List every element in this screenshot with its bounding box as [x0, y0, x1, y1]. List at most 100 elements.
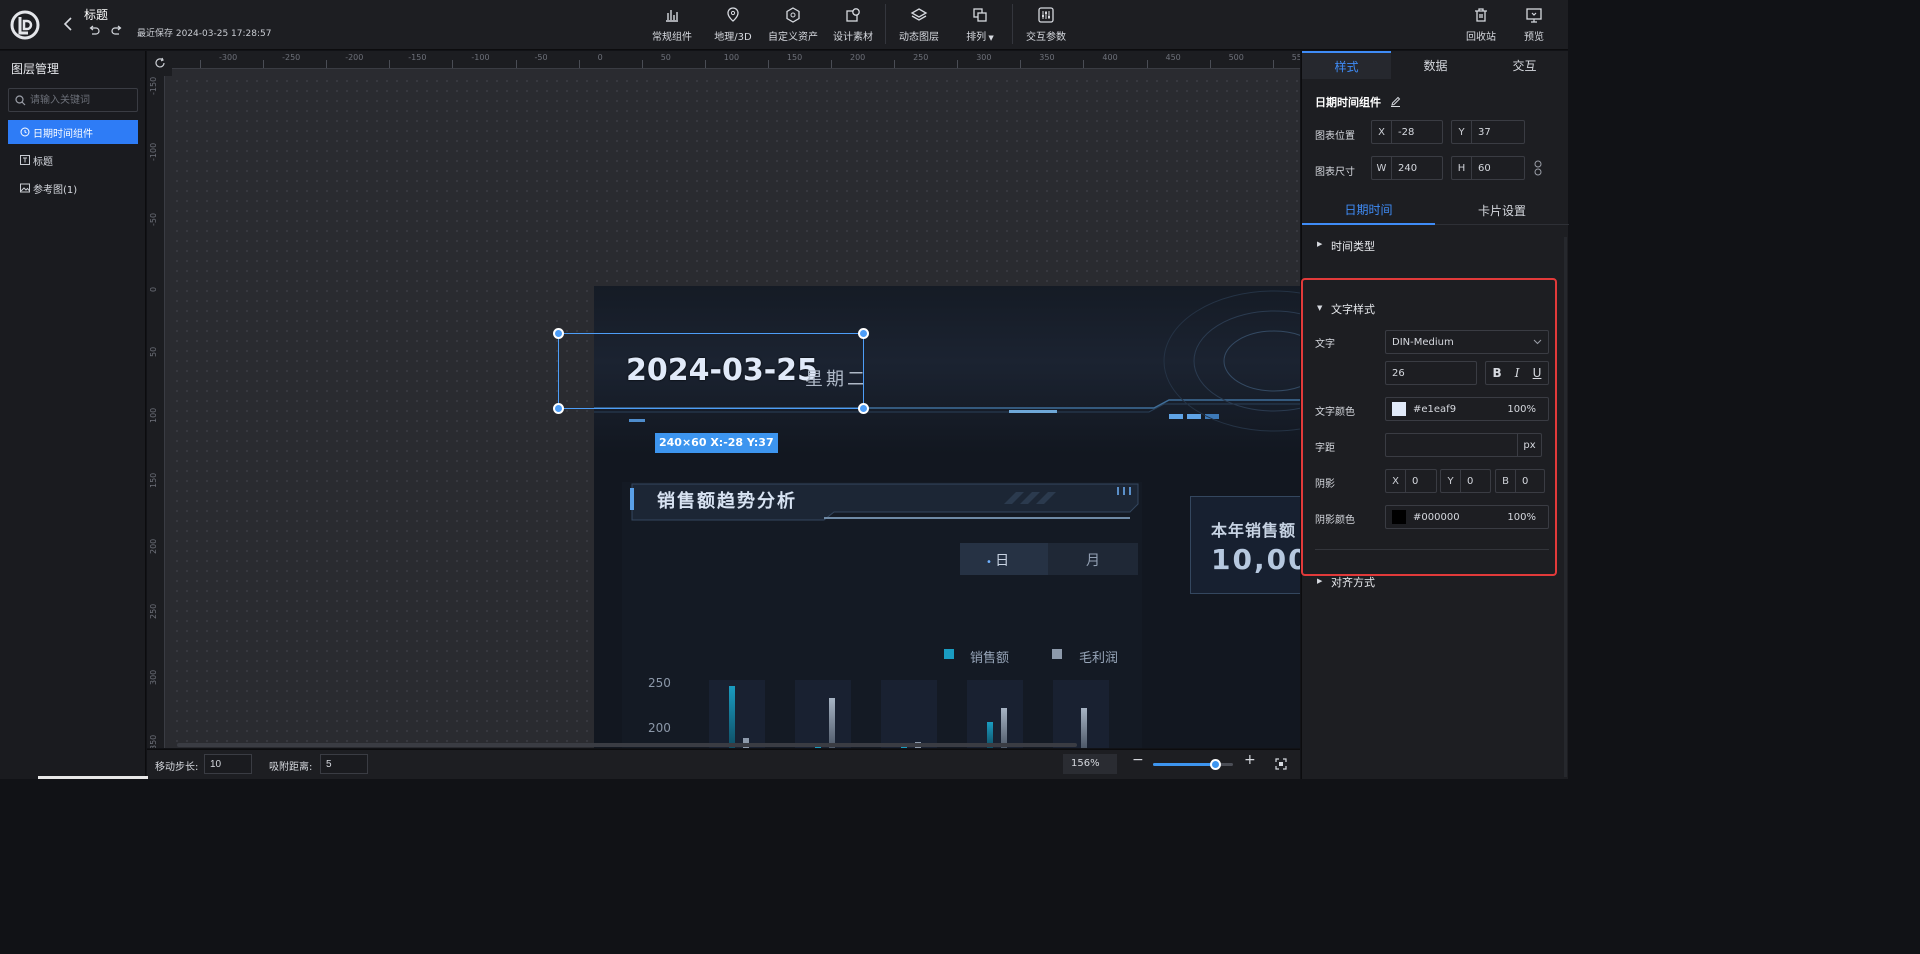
- toolbar-preview-button[interactable]: 预览: [1522, 6, 1546, 46]
- move-step-label: 移动步长:: [155, 762, 199, 773]
- ruler-tick: [578, 60, 580, 68]
- size-label: 图表尺寸: [1315, 167, 1355, 178]
- subtab-card-settings[interactable]: 卡片设置: [1435, 196, 1569, 225]
- ruler-tick: [1146, 60, 1148, 68]
- size-w-input[interactable]: W 240: [1371, 156, 1443, 180]
- toolbar-custom-assets-button[interactable]: 自定义资产: [768, 6, 818, 46]
- resize-handle-bottom-right[interactable]: [858, 403, 869, 414]
- page-title: 标题: [84, 8, 109, 22]
- image-icon: [20, 183, 30, 193]
- ruler-vertical: -150 -100 -50 0 50 100 150 200 250 300 350: [147, 76, 165, 748]
- edit-pencil-icon[interactable]: [1390, 96, 1401, 107]
- zoom-value[interactable]: 156%: [1063, 754, 1117, 774]
- layer-item-title[interactable]: 标题: [8, 148, 138, 172]
- section-time-type[interactable]: 时间类型: [1331, 238, 1375, 254]
- ruler-label: 500: [1228, 53, 1244, 62]
- section-alignment[interactable]: 对齐方式: [1331, 574, 1375, 590]
- position-x-input[interactable]: X -28: [1371, 120, 1443, 144]
- ruler-label: -150: [149, 76, 158, 95]
- app-logo-icon: [10, 10, 40, 40]
- map-pin-icon: [727, 7, 739, 22]
- zoom-in-icon[interactable]: +: [1244, 752, 1256, 768]
- subtab-datetime[interactable]: 日期时间: [1302, 196, 1435, 225]
- ruler-tick: [1272, 60, 1274, 68]
- ruler-tick: [515, 60, 517, 68]
- back-icon[interactable]: [62, 16, 74, 32]
- canvas-bottom-bar: 移动步长: 吸附距离: 156% − +: [147, 749, 1300, 779]
- legend-profit: 毛利润: [1079, 651, 1119, 666]
- kpi-card-title: 本年销售额: [1211, 521, 1297, 540]
- bar-chart-icon: [666, 10, 678, 22]
- toolbar-recycle-bin-button[interactable]: 回收站: [1465, 6, 1497, 46]
- toolbar-regular-components-button[interactable]: 常规组件: [652, 6, 692, 46]
- legend-sales: 销售额: [970, 651, 1010, 666]
- resize-handle-bottom-left[interactable]: [553, 403, 564, 414]
- layer-item-datetime[interactable]: 日期时间组件: [8, 120, 138, 144]
- toggle-month-label: 月: [1086, 553, 1100, 569]
- selection-size-tag: 240×60 X:-28 Y:37: [655, 433, 778, 453]
- tab-interaction[interactable]: 交互: [1480, 51, 1569, 79]
- ruler-label: -150: [408, 53, 427, 62]
- zoom-slider[interactable]: [1153, 759, 1233, 770]
- tab-style[interactable]: 样式: [1302, 51, 1391, 79]
- selection-box[interactable]: [553, 328, 869, 414]
- bar-profit-2: [829, 698, 835, 748]
- highlight-box-text-style: [1301, 278, 1557, 576]
- layer-item-reference-image[interactable]: 参考图(1): [8, 176, 138, 200]
- toolbar-interaction-params-button[interactable]: 交互参数: [1025, 6, 1067, 46]
- toolbar-design-materials-button[interactable]: 设计素材: [833, 6, 873, 46]
- refresh-icon[interactable]: [154, 57, 166, 69]
- aspect-lock-icon[interactable]: [1533, 160, 1543, 176]
- ruler-tick: [200, 60, 201, 68]
- last-saved-text: 最近保存 2024-03-25 17:28:57: [137, 29, 272, 39]
- page-scroll-indicator: [38, 776, 148, 779]
- size-h-input[interactable]: H 60: [1451, 156, 1525, 180]
- ruler-label: 100: [149, 407, 158, 423]
- caret-right-icon[interactable]: ▶: [1317, 240, 1322, 248]
- zoom-slider-knob[interactable]: [1210, 759, 1222, 770]
- redo-icon[interactable]: [111, 24, 123, 36]
- hexagon-icon: [786, 7, 800, 23]
- position-y-input[interactable]: Y 37: [1451, 120, 1525, 144]
- layer-panel: 图层管理 日期时间组件 标题 参考图(1): [0, 51, 146, 779]
- zoom-slider-fill: [1153, 763, 1216, 766]
- text-icon: [20, 155, 30, 165]
- ruler-label: -100: [471, 53, 490, 62]
- ruler-label: -200: [345, 53, 364, 62]
- ruler-label: 550: [1291, 53, 1300, 62]
- position-label: 图表位置: [1315, 131, 1355, 142]
- toolbar-separator: [1012, 4, 1013, 44]
- ruler-label: 450: [1165, 53, 1181, 62]
- ruler-label: -50: [534, 53, 548, 62]
- resize-handle-top-right[interactable]: [858, 328, 869, 339]
- ruler-tick: [1209, 60, 1211, 68]
- move-step-input[interactable]: [204, 754, 252, 774]
- kpi-card-value: 10,000: [1211, 543, 1300, 576]
- sliders-icon: [1038, 7, 1054, 23]
- day-month-toggle: • 日 月: [960, 543, 1138, 575]
- layer-search-input[interactable]: [8, 88, 138, 112]
- toolbar-separator: [885, 4, 886, 44]
- resize-handle-top-left[interactable]: [553, 328, 564, 339]
- panel-scrollbar[interactable]: [1564, 237, 1567, 777]
- caret-right-icon[interactable]: ▶: [1317, 577, 1322, 585]
- y-tick-200: 200: [648, 721, 671, 735]
- snap-distance-input[interactable]: [320, 754, 368, 774]
- design-canvas[interactable]: -300 -250 -200 -150 -100 -50 0 50 100 150 200 250 30…: [147, 51, 1300, 748]
- ruler-label: 250: [149, 603, 158, 619]
- y-tick-250: 250: [648, 676, 671, 690]
- bar-profit-4: [1001, 708, 1007, 748]
- ruler-label: 350: [149, 734, 158, 748]
- toolbar-arrange-button[interactable]: 排列 ▼: [964, 6, 996, 46]
- ruler-tick: [263, 60, 265, 68]
- horizontal-scrollbar[interactable]: [177, 743, 1077, 747]
- toolbar-geo-3d-button[interactable]: 地理/3D: [714, 6, 752, 46]
- search-icon: [15, 95, 26, 106]
- toolbar-dynamic-layers-button[interactable]: 动态图层: [899, 6, 939, 46]
- zoom-out-icon[interactable]: −: [1132, 752, 1144, 768]
- legend-swatch-sales: [944, 649, 954, 659]
- layers-icon: [910, 8, 928, 21]
- fit-screen-icon[interactable]: [1275, 758, 1287, 770]
- undo-icon[interactable]: [88, 24, 100, 36]
- tab-data[interactable]: 数据: [1391, 51, 1480, 79]
